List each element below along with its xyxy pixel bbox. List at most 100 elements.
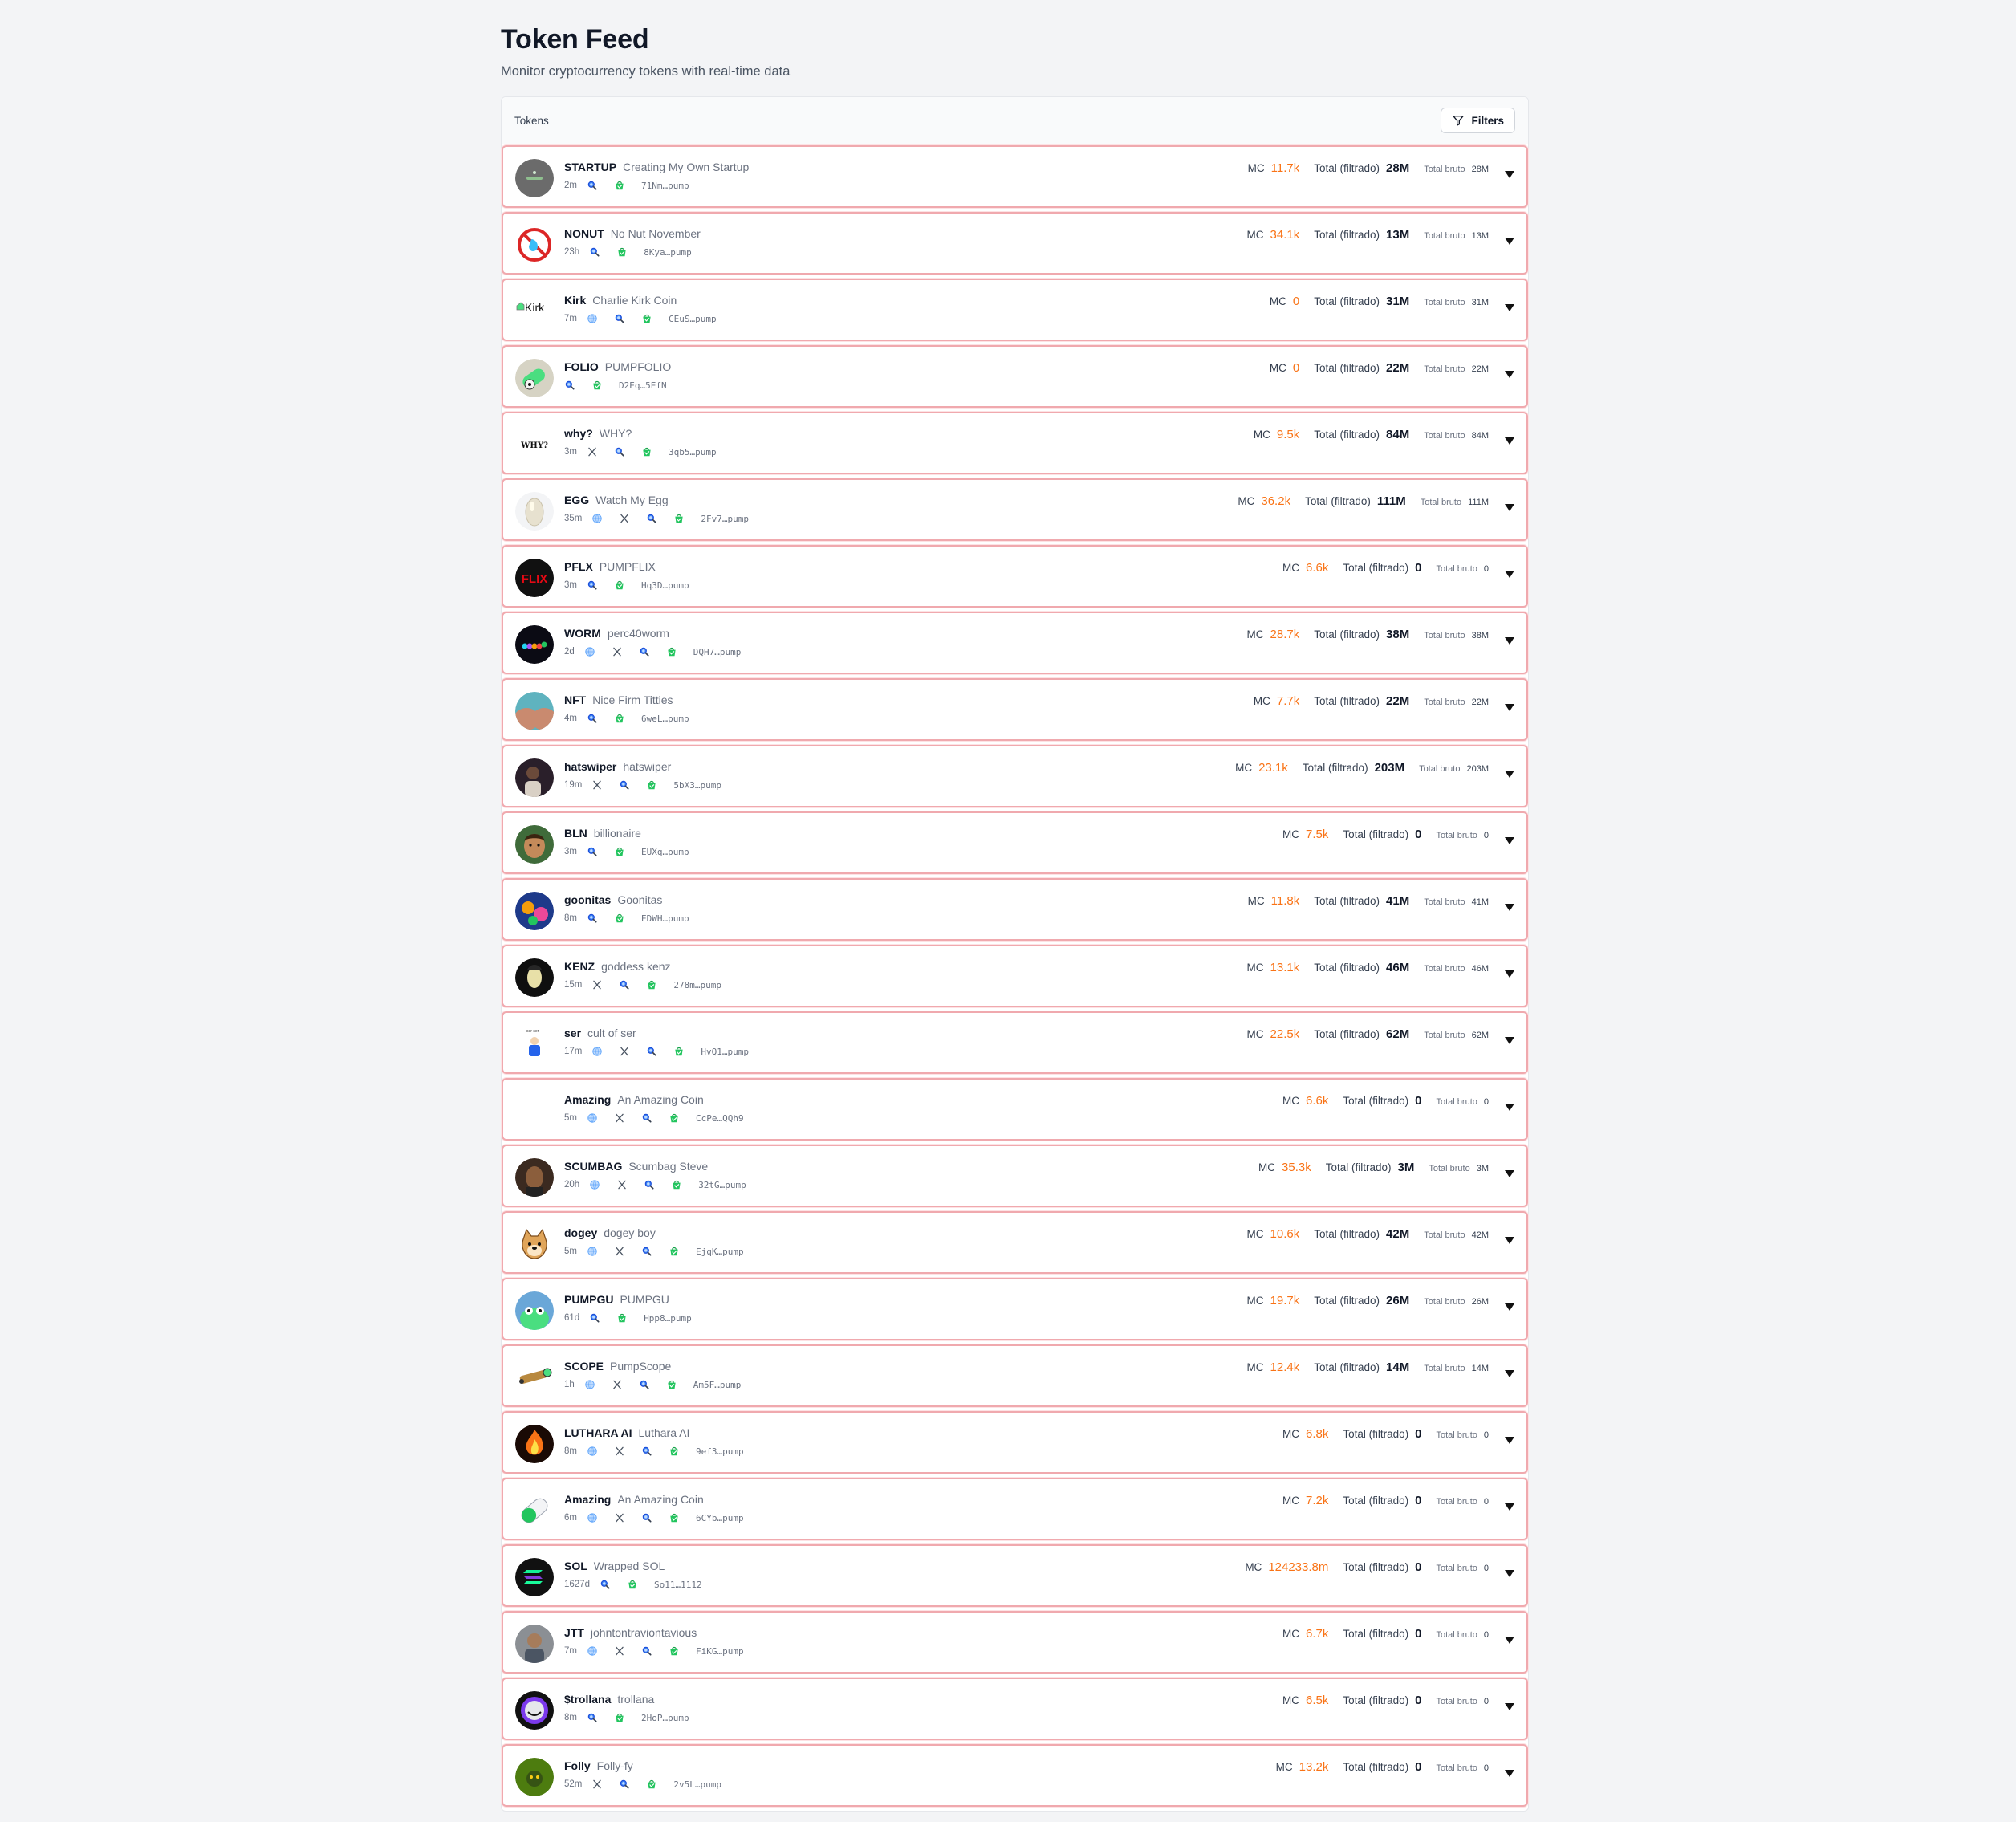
x-twitter-icon[interactable] xyxy=(612,646,623,657)
shopping-bag-icon[interactable] xyxy=(614,580,625,591)
expand-caret-icon[interactable] xyxy=(1504,1101,1515,1112)
filters-button[interactable]: Filters xyxy=(1441,108,1515,133)
search-icon[interactable] xyxy=(641,1112,652,1124)
search-icon[interactable] xyxy=(646,513,657,524)
search-icon[interactable] xyxy=(589,1312,600,1324)
search-icon[interactable] xyxy=(619,979,630,990)
token-row[interactable]: WHY? why? WHY? 3m 3qb5…pump MC 9.5k Total (filt… xyxy=(502,412,1528,474)
token-row[interactable]: KENZ goddess kenz 15m 278m…pump MC 13.1k Total… xyxy=(502,945,1528,1007)
shopping-bag-icon[interactable] xyxy=(669,1246,680,1257)
expand-caret-icon[interactable] xyxy=(1504,1035,1515,1046)
shopping-bag-icon[interactable] xyxy=(646,979,657,990)
token-row[interactable]: FOLIO PUMPFOLIO D2Eq…5EfN MC 0 Total (filtrad… xyxy=(502,345,1528,408)
globe-icon[interactable] xyxy=(587,1446,598,1457)
globe-icon[interactable] xyxy=(584,1379,595,1390)
expand-caret-icon[interactable] xyxy=(1504,1368,1515,1379)
token-address[interactable]: Hpp8…pump xyxy=(644,1313,692,1324)
token-address[interactable]: 6CYb…pump xyxy=(696,1513,744,1523)
search-icon[interactable] xyxy=(614,313,625,324)
token-row[interactable]: PUMPGU PUMPGU 61d Hpp8…pump MC 19.7k Total (fi… xyxy=(502,1278,1528,1340)
search-icon[interactable] xyxy=(639,646,650,657)
x-twitter-icon[interactable] xyxy=(619,1046,630,1057)
expand-caret-icon[interactable] xyxy=(1504,235,1515,246)
expand-caret-icon[interactable] xyxy=(1504,768,1515,779)
token-row[interactable]: SCUMBAG Scumbag Steve 20h 32tG…pump MC 35.3k T… xyxy=(502,1145,1528,1207)
x-twitter-icon[interactable] xyxy=(614,1112,625,1124)
token-address[interactable]: 5bX3…pump xyxy=(673,780,721,791)
token-row[interactable]: JTT johntontraviontavious 7m FiKG…pump MC 6.7… xyxy=(502,1611,1528,1674)
search-icon[interactable] xyxy=(641,1645,652,1657)
shopping-bag-icon[interactable] xyxy=(669,1446,680,1457)
search-icon[interactable] xyxy=(587,180,598,191)
token-row[interactable]: LUTHARA AI Luthara AI 8m 9ef3…pump MC 6.8k Tot… xyxy=(502,1411,1528,1474)
token-row[interactable]: FLIX PFLX PUMPFLIX 3m Hq3D…pump MC 6.6k Total (… xyxy=(502,545,1528,608)
search-icon[interactable] xyxy=(614,446,625,458)
token-address[interactable]: 6weL…pump xyxy=(641,714,689,724)
token-row[interactable]: SOL Wrapped SOL 1627d So11…1112 MC 124233.8m T… xyxy=(502,1544,1528,1607)
globe-icon[interactable] xyxy=(587,1512,598,1523)
token-address[interactable]: 8Kya…pump xyxy=(644,247,692,258)
search-icon[interactable] xyxy=(587,580,598,591)
shopping-bag-icon[interactable] xyxy=(641,446,652,458)
search-icon[interactable] xyxy=(641,1246,652,1257)
token-address[interactable]: 71Nm…pump xyxy=(641,181,689,191)
token-row[interactable]: Amazing An Amazing Coin 6m 6CYb…pump MC 7.2k T… xyxy=(502,1478,1528,1540)
token-row[interactable]: Amazing An Amazing Coin 5m CcPe…QQh9 MC 6.6k T… xyxy=(502,1078,1528,1141)
search-icon[interactable] xyxy=(641,1512,652,1523)
token-row[interactable]: ser ser ser cult of ser 17m HvQ1…pump MC 22.5k… xyxy=(502,1011,1528,1074)
search-icon[interactable] xyxy=(646,1046,657,1057)
token-address[interactable]: DQH7…pump xyxy=(693,647,742,657)
token-address[interactable]: FiKG…pump xyxy=(696,1646,744,1657)
search-icon[interactable] xyxy=(587,713,598,724)
token-address[interactable]: 32tG…pump xyxy=(698,1180,746,1190)
search-icon[interactable] xyxy=(589,246,600,258)
shopping-bag-icon[interactable] xyxy=(627,1579,638,1590)
x-twitter-icon[interactable] xyxy=(612,1379,623,1390)
globe-icon[interactable] xyxy=(587,1246,598,1257)
token-address[interactable]: 2HoP…pump xyxy=(641,1713,689,1723)
shopping-bag-icon[interactable] xyxy=(614,1712,625,1723)
token-row[interactable]: goonitas Goonitas 8m EDWH…pump MC 11.8k Total … xyxy=(502,878,1528,941)
shopping-bag-icon[interactable] xyxy=(671,1179,682,1190)
expand-caret-icon[interactable] xyxy=(1504,1234,1515,1246)
expand-caret-icon[interactable] xyxy=(1504,568,1515,580)
search-icon[interactable] xyxy=(619,1779,630,1790)
shopping-bag-icon[interactable] xyxy=(666,646,677,657)
shopping-bag-icon[interactable] xyxy=(646,1779,657,1790)
search-icon[interactable] xyxy=(619,779,630,791)
search-icon[interactable] xyxy=(587,1712,598,1723)
shopping-bag-icon[interactable] xyxy=(591,380,603,391)
expand-caret-icon[interactable] xyxy=(1504,502,1515,513)
token-address[interactable]: HvQ1…pump xyxy=(701,1047,749,1057)
expand-caret-icon[interactable] xyxy=(1504,1568,1515,1579)
expand-caret-icon[interactable] xyxy=(1504,1767,1515,1779)
token-address[interactable]: D2Eq…5EfN xyxy=(619,380,667,391)
shopping-bag-icon[interactable] xyxy=(614,180,625,191)
token-address[interactable]: EjqK…pump xyxy=(696,1247,744,1257)
expand-caret-icon[interactable] xyxy=(1504,1701,1515,1712)
token-address[interactable]: So11…1112 xyxy=(654,1580,702,1590)
x-twitter-icon[interactable] xyxy=(619,513,630,524)
token-address[interactable]: EUXq…pump xyxy=(641,847,689,857)
x-twitter-icon[interactable] xyxy=(587,446,598,458)
globe-icon[interactable] xyxy=(587,1112,598,1124)
x-twitter-icon[interactable] xyxy=(614,1645,625,1657)
search-icon[interactable] xyxy=(600,1579,611,1590)
shopping-bag-icon[interactable] xyxy=(646,779,657,791)
token-row[interactable]: SCOPE PumpScope 1h Am5F…pump MC 12.4k Total (f… xyxy=(502,1344,1528,1407)
globe-icon[interactable] xyxy=(587,1645,598,1657)
shopping-bag-icon[interactable] xyxy=(673,1046,685,1057)
token-row[interactable]: hatswiper hatswiper 19m 5bX3…pump MC 23.1k Tot… xyxy=(502,745,1528,807)
token-row[interactable]: WORM perc40worm 2d DQH7…pump MC 28.7k Total (f… xyxy=(502,612,1528,674)
token-address[interactable]: 9ef3…pump xyxy=(696,1446,744,1457)
expand-caret-icon[interactable] xyxy=(1504,368,1515,380)
shopping-bag-icon[interactable] xyxy=(614,713,625,724)
expand-caret-icon[interactable] xyxy=(1504,835,1515,846)
shopping-bag-icon[interactable] xyxy=(673,513,685,524)
shopping-bag-icon[interactable] xyxy=(669,1512,680,1523)
expand-caret-icon[interactable] xyxy=(1504,968,1515,979)
expand-caret-icon[interactable] xyxy=(1504,302,1515,313)
token-row[interactable]: NONUT No Nut November 23h 8Kya…pump MC 34.1k T… xyxy=(502,212,1528,275)
x-twitter-icon[interactable] xyxy=(614,1246,625,1257)
expand-caret-icon[interactable] xyxy=(1504,1301,1515,1312)
